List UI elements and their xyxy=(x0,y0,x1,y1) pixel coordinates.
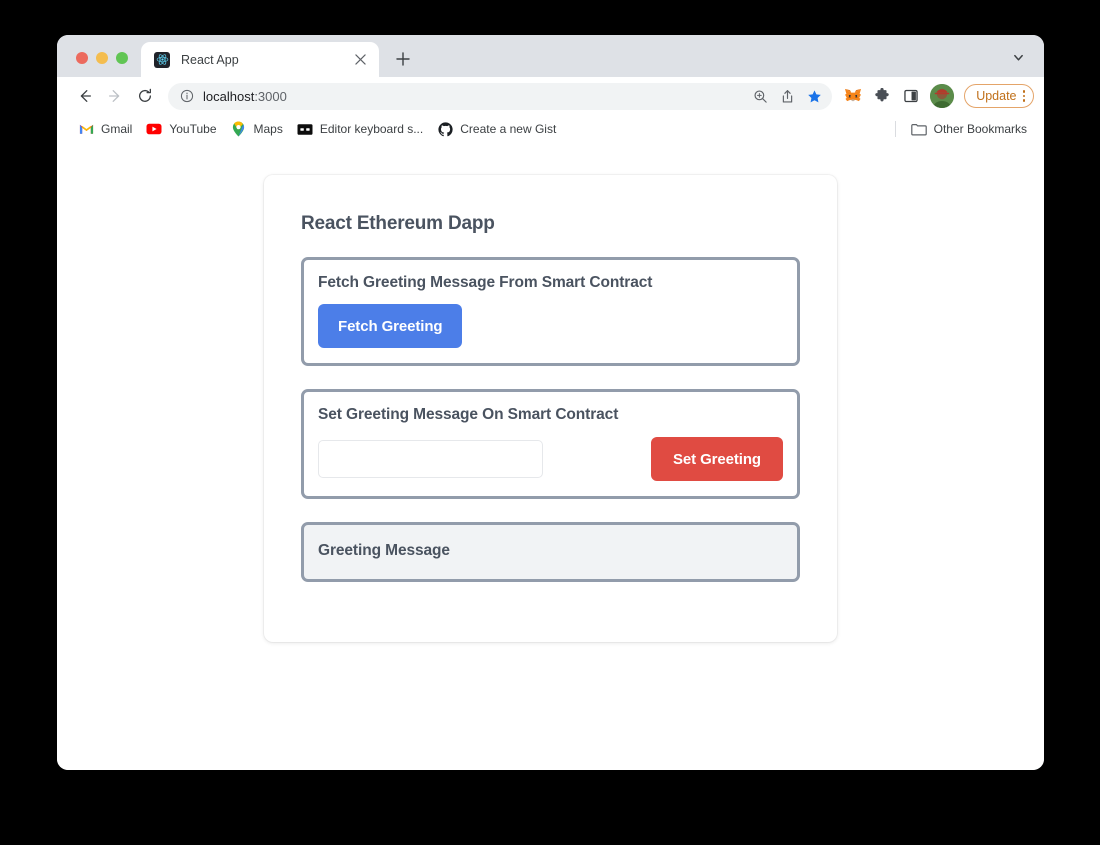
sidebar-panel-icon[interactable] xyxy=(898,83,924,109)
bookmark-gmail[interactable]: Gmail xyxy=(71,118,139,140)
set-greeting-button[interactable]: Set Greeting xyxy=(651,437,783,481)
greeting-message-card: Greeting Message xyxy=(301,522,800,582)
url-port: :3000 xyxy=(254,88,287,104)
close-window-button[interactable] xyxy=(76,52,88,64)
arrow-left-icon[interactable] xyxy=(71,82,99,110)
page-viewport: React Ethereum Dapp Fetch Greeting Messa… xyxy=(57,144,1044,770)
share-icon[interactable] xyxy=(775,84,799,108)
toolbar-right-actions: Update xyxy=(840,83,1034,109)
close-icon[interactable] xyxy=(352,51,369,68)
bookmark-editor-keyboard-shortcuts[interactable]: Editor keyboard s... xyxy=(290,118,430,140)
gmail-icon xyxy=(78,121,94,137)
address-bar[interactable]: localhost:3000 xyxy=(168,82,833,110)
fetch-greeting-card-title: Fetch Greeting Message From Smart Contra… xyxy=(318,274,653,291)
browser-tab-react-app[interactable]: React App xyxy=(141,42,379,77)
github-octocat-icon xyxy=(437,121,453,137)
fetch-greeting-button[interactable]: Fetch Greeting xyxy=(318,304,463,348)
star-icon[interactable] xyxy=(802,84,826,108)
bookmark-create-a-new-gist[interactable]: Create a new Gist xyxy=(430,118,563,140)
youtube-icon xyxy=(146,121,162,137)
tab-strip: React App xyxy=(57,35,1044,77)
bookmark-label: YouTube xyxy=(169,122,217,136)
dapp-container: React Ethereum Dapp Fetch Greeting Messa… xyxy=(264,175,837,642)
zoom-search-icon[interactable] xyxy=(748,84,772,108)
puzzle-piece-icon[interactable] xyxy=(869,83,895,109)
plus-icon[interactable] xyxy=(389,45,417,73)
url-host: localhost xyxy=(203,88,255,104)
metamask-fox-icon[interactable] xyxy=(840,83,866,109)
reload-icon[interactable] xyxy=(131,82,159,110)
bookmarks-bar: Gmail YouTube Maps Editor keyboard s... … xyxy=(57,115,1044,144)
browser-toolbar: localhost:3000 Update xyxy=(57,77,1044,115)
set-greeting-row: Set Greeting xyxy=(318,437,783,481)
url-text: localhost:3000 xyxy=(203,89,748,104)
window-traffic-lights xyxy=(57,52,141,77)
bookmark-maps[interactable]: Maps xyxy=(224,118,290,140)
bookmark-label: Editor keyboard s... xyxy=(319,122,424,136)
page-title: React Ethereum Dapp xyxy=(301,213,495,234)
tab-strip-right xyxy=(1005,44,1044,77)
profile-avatar-icon[interactable] xyxy=(930,84,955,108)
bookmark-label: Create a new Gist xyxy=(460,122,557,136)
google-maps-pin-icon xyxy=(231,121,247,137)
kebab-menu-icon[interactable] xyxy=(1022,90,1025,102)
react-logo-icon xyxy=(154,51,170,68)
maximize-window-button[interactable] xyxy=(116,52,128,64)
bookmark-label: Gmail xyxy=(101,122,133,136)
folder-icon xyxy=(910,121,927,137)
browser-tab-title: React App xyxy=(181,52,239,67)
bookmark-label: Maps xyxy=(253,122,283,136)
bookmarks-divider xyxy=(894,121,896,137)
bookmark-youtube[interactable]: YouTube xyxy=(139,118,223,140)
other-bookmarks-label: Other Bookmarks xyxy=(933,122,1027,136)
browser-window: React App localhost:3000 Update Gmail Yo… xyxy=(57,35,1044,770)
greeting-message-card-title: Greeting Message xyxy=(318,542,450,559)
arrow-right-icon[interactable] xyxy=(101,82,129,110)
omnibox-actions xyxy=(748,84,826,108)
minimize-window-button[interactable] xyxy=(96,52,108,64)
update-button-label: Update xyxy=(976,89,1017,103)
update-button[interactable]: Update xyxy=(964,84,1034,108)
other-bookmarks-folder[interactable]: Other Bookmarks xyxy=(904,118,1034,140)
set-greeting-card-title: Set Greeting Message On Smart Contract xyxy=(318,406,619,423)
chevron-down-icon[interactable] xyxy=(1005,44,1031,70)
greeting-input[interactable] xyxy=(318,440,543,478)
set-greeting-card: Set Greeting Message On Smart Contract S… xyxy=(301,389,800,499)
info-circle-icon[interactable] xyxy=(179,89,194,104)
editor-keyboard-icon xyxy=(297,121,313,137)
fetch-greeting-card: Fetch Greeting Message From Smart Contra… xyxy=(301,257,800,366)
